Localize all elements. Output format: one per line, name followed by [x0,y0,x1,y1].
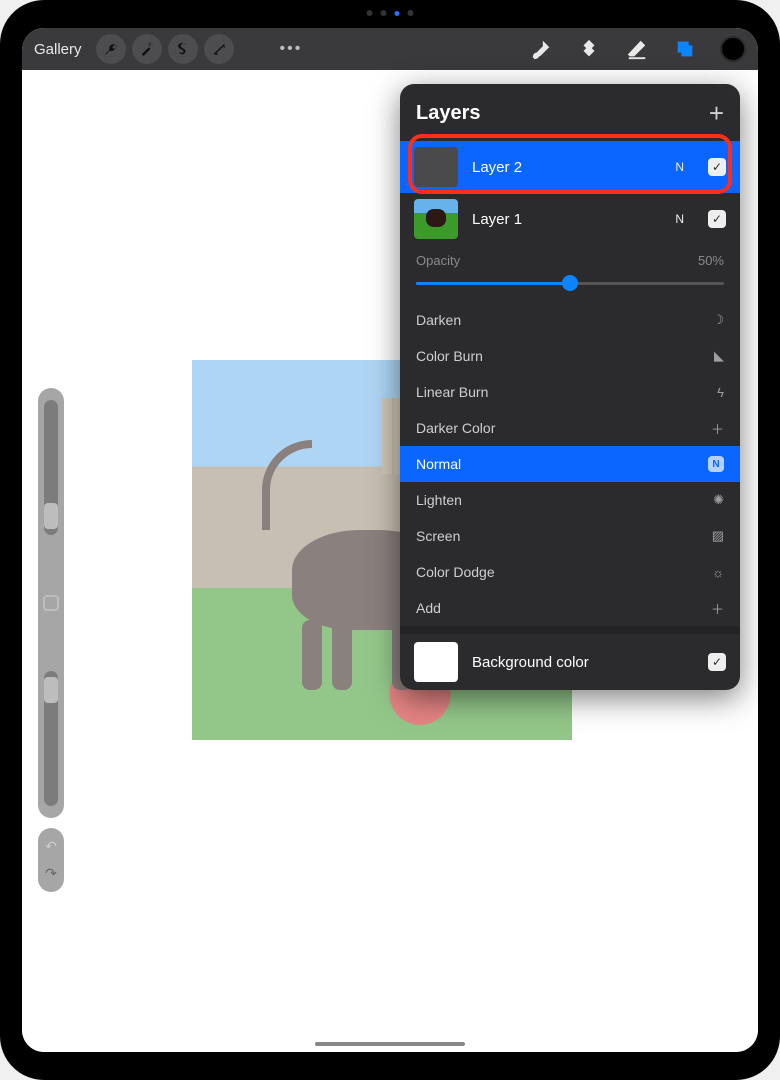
layer-thumbnail [414,199,458,239]
background-visibility-checkbox[interactable]: ✓ [708,653,726,671]
color-picker-swatch[interactable] [720,36,746,62]
normal-badge-icon: N [708,456,724,472]
modify-menu-icon[interactable]: ••• [280,40,303,58]
flame-icon: ϟ [717,385,724,400]
layer-blend-badge: N [675,160,684,174]
blend-mode-normal[interactable]: NormalN [400,446,740,482]
layer-name-label: Layer 1 [472,211,661,228]
sidebar-sliders [38,388,64,818]
layers-icon[interactable] [672,36,698,62]
undo-redo-group: ↶ ↷ [38,828,64,892]
blend-mode-color-burn[interactable]: Color Burn◣ [400,338,740,374]
brush-opacity-slider[interactable] [44,671,58,806]
modify-button-icon[interactable] [43,595,59,611]
opacity-value: 50% [698,253,724,268]
layer-name-label: Layer 2 [472,159,661,176]
brush-size-slider[interactable] [44,400,58,535]
ipad-frame: Gallery ••• [0,0,780,1080]
layer-visibility-checkbox[interactable]: ✓ [708,210,726,228]
layer-visibility-checkbox[interactable]: ✓ [708,158,726,176]
bulb-icon: ☼ [712,565,724,580]
hatch-icon: ▨ [712,528,724,544]
blend-mode-lighten[interactable]: Lighten✺ [400,482,740,518]
blend-mode-linear-burn[interactable]: Linear Burnϟ [400,374,740,410]
blend-mode-color-dodge[interactable]: Color Dodge☼ [400,554,740,590]
screen: Gallery ••• [22,28,758,1052]
blend-mode-screen[interactable]: Screen▨ [400,518,740,554]
divider [400,626,740,634]
camera-dots [367,10,414,16]
blend-mode-list: Darken☽ Color Burn◣ Linear Burnϟ Darker … [400,302,740,626]
layer-blend-badge: N [675,212,684,226]
undo-icon[interactable]: ↶ [45,838,57,855]
smudge-icon[interactable] [576,36,602,62]
layers-panel-title: Layers [416,102,481,125]
opacity-slider[interactable] [400,278,740,302]
redo-icon[interactable]: ↷ [45,865,57,882]
opacity-label: Opacity [416,253,460,268]
plus-square-icon: ＋ [711,599,724,618]
eraser-icon[interactable] [624,36,650,62]
layer-thumbnail [414,147,458,187]
sun-icon: ✺ [713,492,724,508]
plus-circle-icon: ＋ [711,419,724,438]
layer-row-layer2[interactable]: Layer 2 N ✓ [400,141,740,193]
moon-icon: ☽ [712,312,724,328]
brush-icon[interactable] [528,36,554,62]
blend-mode-darker-color[interactable]: Darker Color＋ [400,410,740,446]
drop-icon: ◣ [714,348,724,364]
actions-wrench-icon[interactable] [96,34,126,64]
layers-panel: Layers + Layer 2 N ✓ Layer 1 N ✓ Opacity… [400,84,740,690]
blend-mode-add[interactable]: Add＋ [400,590,740,626]
selection-s-icon[interactable] [168,34,198,64]
add-layer-button[interactable]: + [709,98,724,129]
transform-arrow-icon[interactable] [204,34,234,64]
gallery-button[interactable]: Gallery [34,41,82,58]
top-toolbar: Gallery ••• [22,28,758,70]
background-thumbnail [414,642,458,682]
background-color-row[interactable]: Background color ✓ [400,634,740,690]
home-indicator [315,1042,465,1046]
background-label: Background color [472,654,694,671]
blend-mode-darken[interactable]: Darken☽ [400,302,740,338]
layer-row-layer1[interactable]: Layer 1 N ✓ [400,193,740,245]
adjustments-wand-icon[interactable] [132,34,162,64]
